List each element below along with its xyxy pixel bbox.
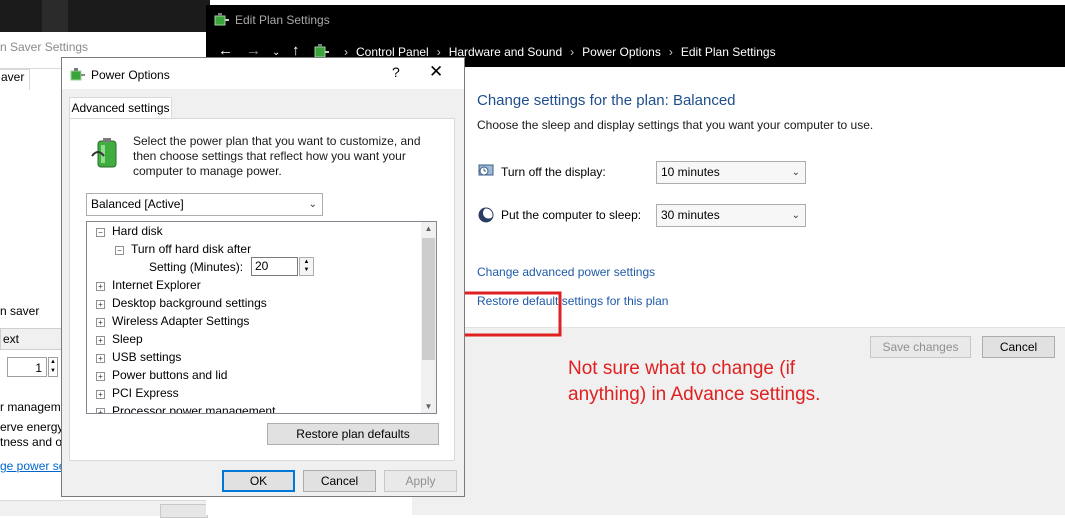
tab-screen-saver[interactable]: aver <box>0 69 30 90</box>
screen-saver-button-bar <box>0 500 208 518</box>
restore-plan-defaults-button[interactable]: Restore plan defaults <box>267 423 439 445</box>
sleep-timeout-select[interactable]: 30 minutes ⌄ <box>656 204 806 227</box>
power-options-dialog: Power Options ? ✕ Advanced settings Sele… <box>61 57 465 497</box>
power-plan-value: Balanced [Active] <box>91 197 184 211</box>
breadcrumb-power-options[interactable]: Power Options <box>582 45 661 59</box>
expand-icon[interactable]: + <box>96 408 105 413</box>
screen-saver-title: n Saver Settings <box>0 40 89 54</box>
chevron-down-icon: ⌄ <box>791 167 800 178</box>
collapse-icon[interactable]: − <box>96 228 105 237</box>
expand-icon[interactable]: + <box>96 318 105 327</box>
expand-icon[interactable]: + <box>96 372 105 381</box>
power-options-icon <box>214 13 229 26</box>
battery-icon <box>91 138 117 168</box>
page-title: Change settings for the plan: Balanced <box>477 92 736 109</box>
change-power-settings-link[interactable]: ge power se <box>0 459 65 473</box>
scroll-down-icon[interactable]: ▼ <box>421 402 436 411</box>
scroll-up-icon[interactable]: ▲ <box>421 224 436 233</box>
help-icon[interactable]: ? <box>392 64 400 80</box>
tree-item[interactable]: Processor power management <box>112 404 275 413</box>
sleep-timeout-label: Put the computer to sleep: <box>501 208 642 222</box>
display-timeout-value: 10 minutes <box>661 165 720 179</box>
screen-saver-button[interactable] <box>160 504 208 518</box>
chevron-down-icon: ⌄ <box>791 210 800 221</box>
edit-plan-titlebar <box>206 5 1065 35</box>
annotation-note: Not sure what to change (if anything) in… <box>568 358 821 405</box>
setting-minutes-label: Setting (Minutes): <box>149 260 244 274</box>
tree-item-hard-disk[interactable]: Hard disk <box>112 224 163 238</box>
breadcrumb-edit-plan-settings[interactable]: Edit Plan Settings <box>681 45 776 59</box>
power-management-heading: r managem <box>0 400 61 414</box>
power-plan-select[interactable]: Balanced [Active] ⌄ <box>86 193 323 216</box>
tree-item[interactable]: Desktop background settings <box>112 296 267 310</box>
tree-item[interactable]: Sleep <box>112 332 143 346</box>
chevron-down-icon: ⌄ <box>308 199 317 210</box>
tree-scrollbar[interactable]: ▲ ▼ <box>421 222 436 413</box>
expand-icon[interactable]: + <box>96 390 105 399</box>
expand-icon[interactable]: + <box>96 336 105 345</box>
wait-spinner[interactable]: ▲ ▼ <box>48 357 58 377</box>
power-options-icon <box>70 68 85 81</box>
display-timeout-label: Turn off the display: <box>501 165 606 179</box>
moon-icon <box>478 207 494 223</box>
apply-button[interactable]: Apply <box>384 470 457 492</box>
setting-minutes-input[interactable]: 20 <box>251 257 298 276</box>
intro-text: Select the power plan that you want to c… <box>133 134 421 178</box>
screen-saver-select[interactable]: ext <box>0 328 64 350</box>
setting-minutes-spinner[interactable]: ▲ ▼ <box>299 257 314 276</box>
dialog-title: Power Options <box>91 68 170 82</box>
display-timeout-select[interactable]: 10 minutes ⌄ <box>656 161 806 184</box>
monitor-clock-icon <box>478 164 494 176</box>
wait-minutes-input[interactable]: 1 <box>7 357 47 377</box>
tree-item[interactable]: Wireless Adapter Settings <box>112 314 249 328</box>
expand-icon[interactable]: + <box>96 354 105 363</box>
power-management-desc-1: erve energy <box>0 420 64 434</box>
settings-tree[interactable]: − Hard disk − Turn off hard disk after S… <box>86 221 437 414</box>
power-management-desc-2: tness and o <box>0 435 63 449</box>
sleep-timeout-value: 30 minutes <box>661 208 720 222</box>
tree-item[interactable]: USB settings <box>112 350 181 364</box>
expand-icon[interactable]: + <box>96 300 105 309</box>
expand-icon[interactable]: + <box>96 282 105 291</box>
screen-saver-label: n saver <box>0 304 40 318</box>
tree-item[interactable]: Internet Explorer <box>112 278 201 292</box>
tab-advanced-settings[interactable]: Advanced settings <box>69 97 172 120</box>
tree-item[interactable]: Power buttons and lid <box>112 368 227 382</box>
cancel-button[interactable]: Cancel <box>982 336 1055 358</box>
collapse-icon[interactable]: − <box>115 246 124 255</box>
page-subtitle: Choose the sleep and display settings th… <box>477 118 874 132</box>
ok-button[interactable]: OK <box>222 470 295 492</box>
desktop-strip <box>0 0 210 32</box>
cancel-button[interactable]: Cancel <box>303 470 376 492</box>
scrollbar-thumb[interactable] <box>422 238 435 360</box>
tree-item-turn-off-hard-disk[interactable]: Turn off hard disk after <box>131 242 251 256</box>
save-changes-button[interactable]: Save changes <box>870 336 971 358</box>
tree-item[interactable]: PCI Express <box>112 386 179 400</box>
close-icon[interactable]: ✕ <box>429 62 443 82</box>
breadcrumb-hardware-and-sound[interactable]: Hardware and Sound <box>449 45 562 59</box>
edit-plan-title: Edit Plan Settings <box>235 13 330 27</box>
